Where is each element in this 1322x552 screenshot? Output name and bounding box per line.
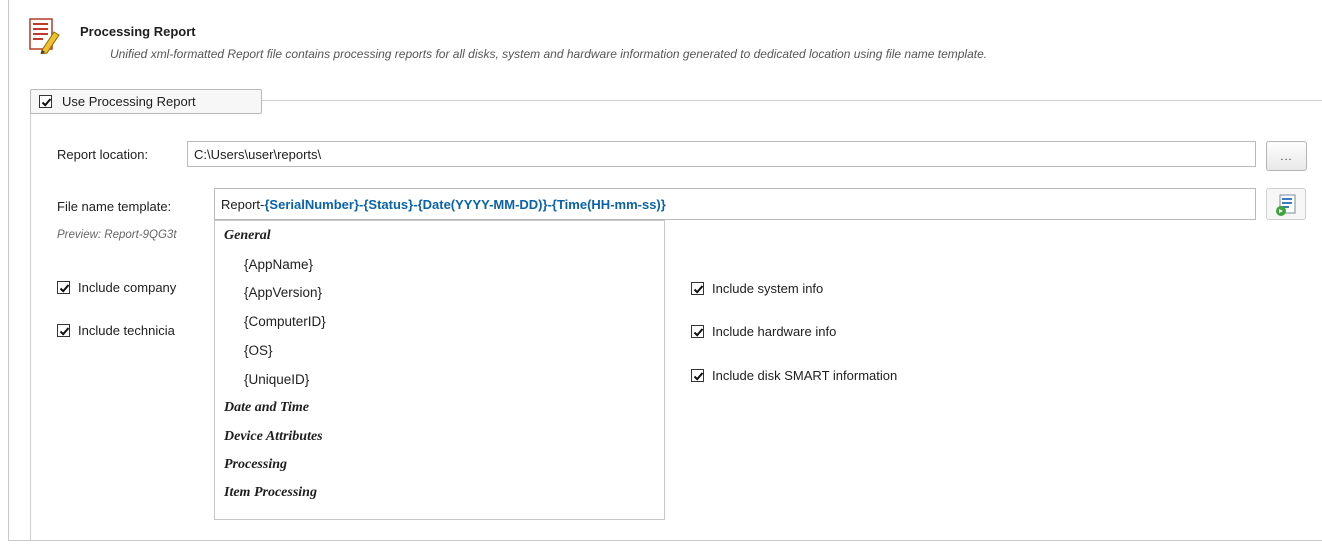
section-description: Unified xml-formatted Report file contai… <box>110 47 988 61</box>
include-hardware-info-label: Include hardware info <box>712 324 837 339</box>
include-hardware-info-option[interactable]: Include hardware info <box>691 324 836 339</box>
file-name-preview: Preview: Report-9QG3t <box>57 229 177 241</box>
macro-group-item-processing[interactable]: Item Processing <box>224 485 317 501</box>
report-location-input[interactable]: C:\Users\user\reports\ <box>187 141 1256 167</box>
macro-dropdown-list[interactable]: General {AppName} {AppVersion} {Computer… <box>214 220 665 520</box>
file-name-template-input[interactable]: Report- {SerialNumber} - {Status} - {Date(YYY… <box>214 188 1256 220</box>
include-hardware-info-checkbox[interactable] <box>691 325 704 338</box>
include-system-info-checkbox[interactable] <box>691 282 704 295</box>
use-processing-report-checkbox[interactable] <box>39 95 52 108</box>
template-token-serial: {SerialNumber} <box>264 196 360 212</box>
include-company-checkbox[interactable] <box>57 281 70 294</box>
report-location-label: Report location: <box>57 147 149 162</box>
include-technician-option[interactable]: Include technicia <box>57 323 215 338</box>
macro-item-uniqueid[interactable]: {UniqueID} <box>244 372 309 387</box>
template-token-date: {Date(YYYY-MM-DD)} <box>417 196 548 212</box>
include-smart-info-option[interactable]: Include disk SMART information <box>691 368 897 383</box>
macro-group-date-time[interactable]: Date and Time <box>224 400 309 416</box>
macro-item-appname[interactable]: {AppName} <box>244 257 313 272</box>
macro-group-device-attributes[interactable]: Device Attributes <box>224 429 323 445</box>
template-token-status: {Status} <box>363 196 414 212</box>
report-document-icon <box>28 18 62 55</box>
include-technician-checkbox[interactable] <box>57 324 70 337</box>
macro-group-processing[interactable]: Processing <box>224 457 287 473</box>
section-title: Processing Report <box>80 24 196 39</box>
use-processing-report-toggle[interactable]: Use Processing Report <box>30 89 262 114</box>
use-processing-report-label: Use Processing Report <box>62 94 196 109</box>
include-company-option[interactable]: Include company <box>57 280 215 295</box>
browse-button[interactable]: ... <box>1266 141 1307 171</box>
template-prefix: Report- <box>221 196 265 212</box>
insert-macro-button[interactable] <box>1266 188 1306 220</box>
include-system-info-option[interactable]: Include system info <box>691 281 823 296</box>
include-company-label: Include company <box>78 280 177 295</box>
macro-item-os[interactable]: {OS} <box>244 343 273 358</box>
file-name-template-label: File name template: <box>57 199 172 214</box>
include-system-info-label: Include system info <box>712 281 824 296</box>
include-technician-label: Include technicia <box>78 323 175 338</box>
include-smart-info-checkbox[interactable] <box>691 369 704 382</box>
macro-icon <box>1276 194 1296 216</box>
macro-item-computerid[interactable]: {ComputerID} <box>244 314 326 329</box>
include-smart-info-label: Include disk SMART information <box>712 368 898 383</box>
macro-item-appversion[interactable]: {AppVersion} <box>244 285 322 300</box>
template-token-time: {Time(HH-mm-ss)} <box>551 196 666 212</box>
macro-group-general[interactable]: General <box>224 228 271 244</box>
